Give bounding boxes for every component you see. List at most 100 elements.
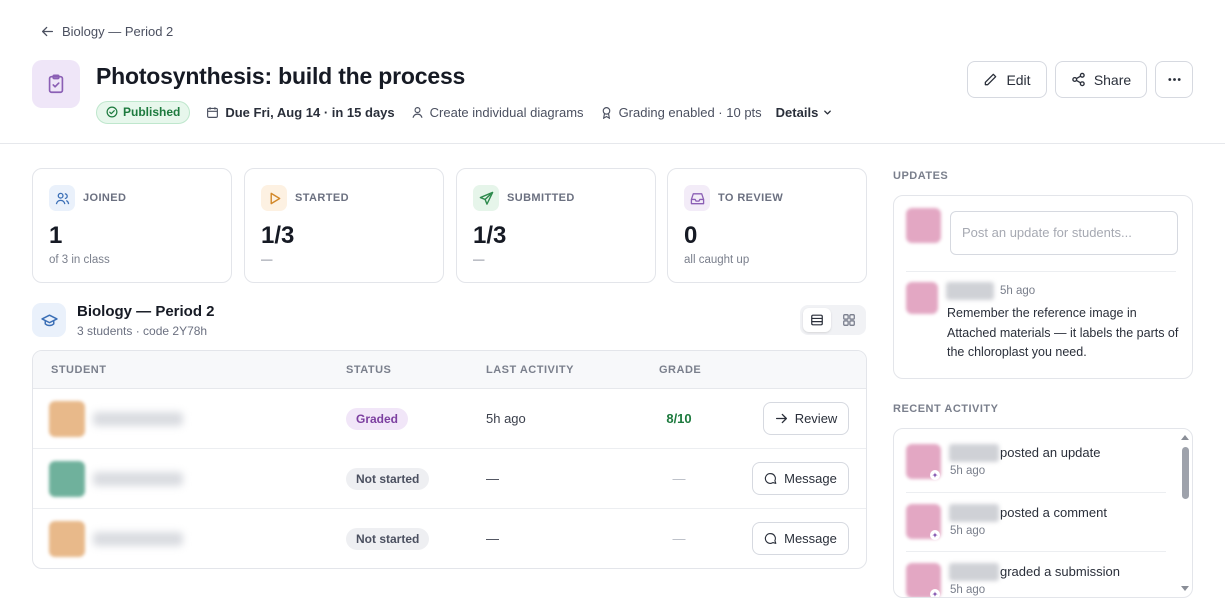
- stat-label: SUBMITTED: [507, 192, 575, 204]
- stat-value: 0: [684, 222, 698, 249]
- class-subtitle: 3 students · code 2Y78h: [77, 324, 208, 338]
- play-icon: [261, 185, 287, 211]
- page-title: Photosynthesis: build the process: [96, 63, 466, 89]
- activity-text: posted a comment: [1000, 505, 1107, 520]
- activity-time: 5h ago: [950, 465, 986, 477]
- last-activity: 5h ago: [486, 411, 526, 426]
- share-icon: [1072, 72, 1085, 87]
- assignment-mode: Create individual diagrams: [411, 105, 584, 120]
- assignment-meta: Published Due Fri, Aug 14 · in 15 days C…: [96, 100, 833, 124]
- stat-value: 1/3: [261, 222, 295, 249]
- grade: —: [672, 471, 686, 486]
- update-time: 5h ago: [1000, 285, 1036, 297]
- table-row: Not started — — Message: [33, 449, 866, 509]
- table-row: Not started — — Message: [33, 509, 866, 568]
- stat-card-joined: JOINED 1 of 3 in class: [32, 168, 232, 283]
- chevron-down-icon: [824, 110, 832, 114]
- scrollbar[interactable]: [1180, 433, 1190, 595]
- list-item: ✦ posted a comment 5h ago: [906, 499, 1166, 557]
- megaphone-icon: ✦: [930, 470, 940, 480]
- message-button[interactable]: Message: [752, 522, 849, 555]
- message-circle-icon: [764, 473, 777, 484]
- column-header-grade: GRADE: [659, 364, 702, 376]
- actor-name-redacted: [949, 504, 999, 522]
- stat-card-to-review: TO REVIEW 0 all caught up: [667, 168, 867, 283]
- avatar: [906, 282, 938, 314]
- comment-icon: ✦: [930, 530, 940, 540]
- review-button[interactable]: Review: [763, 402, 849, 435]
- stat-sub: —: [261, 254, 273, 266]
- activity-text: graded a submission: [1000, 564, 1120, 579]
- due-date: Due Fri, Aug 14 · in 15 days: [206, 105, 395, 120]
- last-activity: —: [486, 531, 499, 546]
- avatar: [49, 521, 85, 557]
- message-circle-icon: [764, 533, 777, 544]
- edit-button[interactable]: Edit: [967, 61, 1047, 98]
- avatar: [906, 208, 941, 243]
- divider: [906, 271, 1176, 272]
- updates-panel: 5h ago Remember the reference image in A…: [893, 195, 1193, 379]
- stat-label: JOINED: [83, 192, 127, 204]
- column-header-student: STUDENT: [51, 364, 107, 376]
- stat-label: STARTED: [295, 192, 349, 204]
- stat-value: 1/3: [473, 222, 507, 249]
- view-toggle: [800, 305, 866, 335]
- grade: 8/10: [666, 411, 692, 426]
- list-icon: [811, 314, 823, 326]
- send-icon: [473, 185, 499, 211]
- column-header-status: STATUS: [346, 364, 392, 376]
- grid-icon: [843, 314, 855, 326]
- arrow-right-icon: [775, 413, 787, 424]
- scroll-up-icon[interactable]: [1181, 435, 1189, 440]
- status-badge: Published: [96, 100, 191, 124]
- activity-time: 5h ago: [950, 584, 986, 596]
- graduation-cap-icon: [32, 303, 66, 337]
- award-icon: [602, 106, 610, 119]
- student-name-redacted: [93, 532, 183, 546]
- more-horizontal-icon: [1167, 78, 1181, 81]
- table-header: STUDENT STATUS LAST ACTIVITY GRADE: [33, 351, 866, 389]
- activity-text: posted an update: [1000, 445, 1101, 460]
- class-name: Biology — Period 2: [77, 303, 215, 320]
- grading-info: Grading enabled · 10 pts: [600, 105, 762, 120]
- scrollbar-thumb[interactable]: [1182, 447, 1189, 499]
- grid-view-button[interactable]: [835, 308, 863, 332]
- header-divider: [0, 143, 1225, 144]
- check-circle-icon: [106, 106, 118, 118]
- stat-card-submitted: SUBMITTED 1/3 —: [456, 168, 656, 283]
- activity-time: 5h ago: [950, 525, 986, 537]
- user-icon: [412, 106, 423, 118]
- student-name-redacted: [93, 472, 183, 486]
- pencil-icon: [985, 73, 997, 86]
- list-view-button[interactable]: [803, 308, 831, 332]
- arrow-left-icon: [41, 26, 54, 37]
- recent-activity-heading: RECENT ACTIVITY: [893, 403, 999, 415]
- check-icon: ✦: [930, 589, 940, 598]
- actor-name-redacted: [949, 563, 999, 581]
- author-name-redacted: [946, 282, 994, 300]
- details-dropdown[interactable]: Details: [776, 105, 834, 120]
- table-row: Graded 5h ago 8/10 Review: [33, 389, 866, 449]
- status-badge: Not started: [346, 468, 430, 490]
- post-update-input[interactable]: [950, 211, 1178, 255]
- list-item: ✦ posted an update 5h ago: [906, 439, 1166, 497]
- divider: [906, 492, 1166, 493]
- message-button[interactable]: Message: [752, 462, 849, 495]
- inbox-icon: [684, 185, 710, 211]
- updates-heading: UPDATES: [893, 170, 949, 182]
- back-link[interactable]: Biology — Period 2: [41, 24, 173, 39]
- update-text: Remember the reference image in Attached…: [947, 306, 1179, 359]
- grade: —: [672, 531, 686, 546]
- stat-sub: all caught up: [684, 254, 750, 266]
- status-badge: Not started: [346, 528, 430, 550]
- more-options-button[interactable]: [1155, 61, 1193, 98]
- actor-name-redacted: [949, 444, 999, 462]
- users-icon: [49, 185, 75, 211]
- divider: [906, 551, 1166, 552]
- student-name-redacted: [93, 412, 183, 426]
- share-button[interactable]: Share: [1055, 61, 1147, 98]
- scroll-down-icon[interactable]: [1181, 586, 1189, 591]
- status-badge: Graded: [346, 408, 409, 430]
- last-activity: —: [486, 471, 499, 486]
- stat-card-started: STARTED 1/3 —: [244, 168, 444, 283]
